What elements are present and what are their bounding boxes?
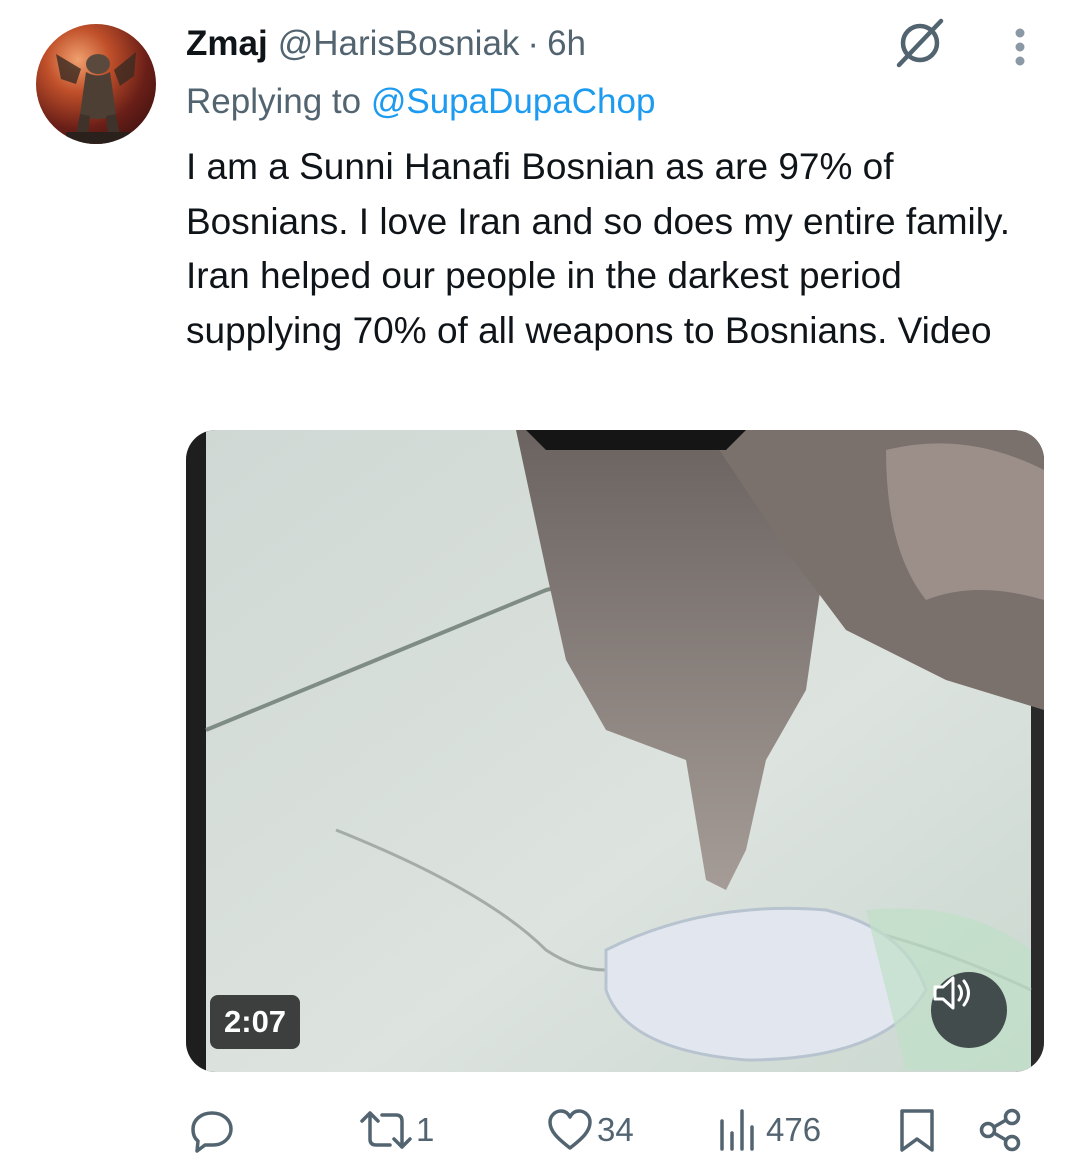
video-player[interactable]: 2:07 [186,430,1044,1072]
author-handle[interactable]: @HarisBosniak [278,24,520,64]
more-vertical-icon[interactable] [1006,26,1034,68]
dragon-avatar-image [56,52,136,144]
mute-button[interactable] [931,972,1007,1048]
tweet-time[interactable]: 6h [547,24,586,64]
avatar[interactable] [36,24,156,144]
share-button[interactable] [976,1100,1024,1160]
reply-icon [191,1111,233,1153]
share-icon [979,1108,1021,1152]
like-button[interactable]: 34 [547,1100,634,1160]
video-thumbnail [186,430,1044,1072]
tweet-text: I am a Sunni Hanafi Bosnian as are 97% o… [186,146,1010,351]
video-duration: 2:07 [210,995,301,1049]
views-chart-icon [720,1109,754,1151]
replying-prefix: Replying to [186,82,362,121]
reply-button[interactable] [189,1100,239,1160]
views-count: 476 [766,1111,822,1148]
retweet-count: 1 [416,1111,435,1148]
action-bar: 1 34 476 [0,1100,1080,1160]
retweet-icon [360,1111,412,1149]
replying-to: Replying to @SupaDupaChop [186,82,655,122]
speaker-muted-icon [933,976,970,1010]
tweet-header: Zmaj @HarisBosniak · 6h [186,22,586,66]
bookmark-icon [900,1109,934,1152]
grok-icon[interactable] [893,16,947,70]
bookmark-button[interactable] [898,1100,936,1160]
retweet-button[interactable]: 1 [360,1100,434,1160]
reply-mention-link[interactable]: @SupaDupaChop [371,82,656,121]
heart-icon [548,1109,592,1150]
like-count: 34 [597,1111,634,1148]
separator-dot: · [527,24,540,63]
views-button[interactable]: 476 [716,1100,821,1160]
author-name[interactable]: Zmaj [186,24,268,64]
